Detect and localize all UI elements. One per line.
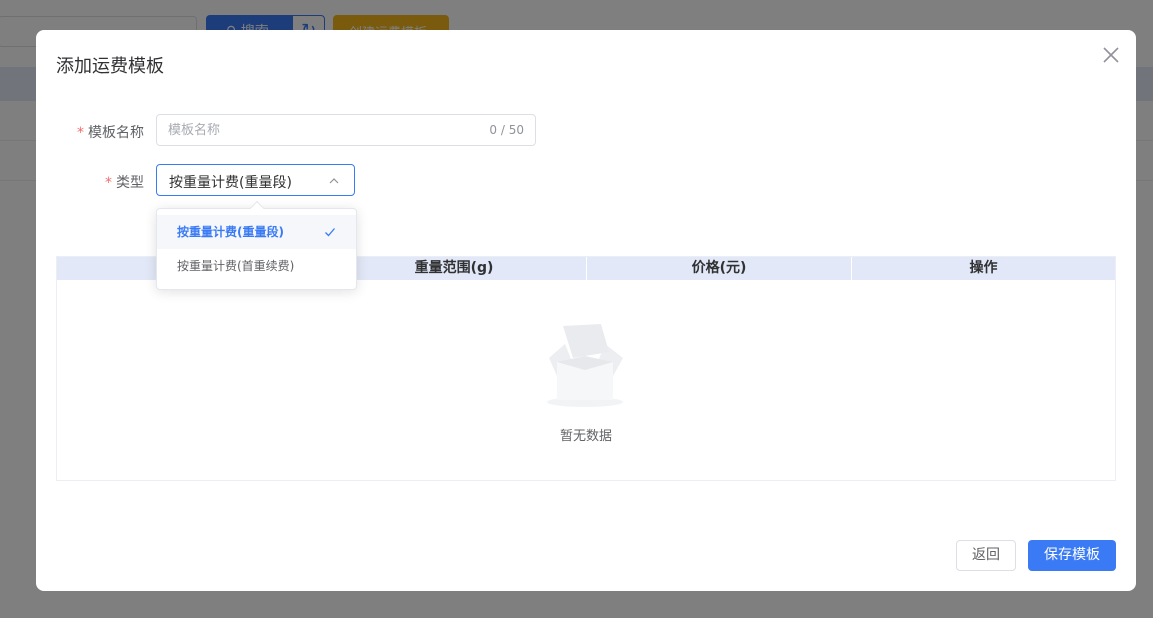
- close-icon[interactable]: [1100, 44, 1122, 66]
- empty-state-text: 暂无数据: [559, 429, 612, 444]
- add-shipping-template-dialog: 添加运费模板 *模板名称 0 / 50 *类型 按重量计费(重量段) 重量范围(…: [36, 30, 1136, 591]
- type-option-label: 按重量计费(重量段): [177, 225, 284, 239]
- type-select[interactable]: 按重量计费(重量段): [156, 164, 355, 196]
- type-dropdown-menu: 按重量计费(重量段) 按重量计费(首重续费): [156, 200, 357, 290]
- template-name-input[interactable]: [157, 115, 457, 145]
- chevron-up-icon: [329, 178, 339, 184]
- column-header-actions: 操作: [851, 257, 1115, 280]
- type-option-weight-range[interactable]: 按重量计费(重量段): [157, 215, 356, 249]
- column-header-price: 价格(元): [586, 257, 851, 280]
- type-select-value: 按重量计费(重量段): [169, 175, 292, 191]
- type-option-label: 按重量计费(首重续费): [177, 259, 295, 273]
- type-option-first-weight[interactable]: 按重量计费(首重续费): [157, 249, 356, 283]
- required-mark: *: [105, 175, 112, 191]
- check-icon: [325, 228, 335, 237]
- empty-box-icon: [547, 324, 623, 407]
- column-header-weight-range: 重量范围(g): [321, 257, 586, 280]
- template-name-field[interactable]: 0 / 50: [156, 114, 536, 146]
- back-button[interactable]: 返回: [956, 540, 1016, 571]
- template-name-counter: 0 / 50: [489, 123, 524, 137]
- save-template-button[interactable]: 保存模板: [1028, 540, 1116, 571]
- required-mark: *: [77, 125, 84, 141]
- template-name-label: * 模板名称: [77, 125, 144, 141]
- dialog-title: 添加运费模板: [56, 56, 164, 77]
- type-label: * 类型: [105, 175, 144, 191]
